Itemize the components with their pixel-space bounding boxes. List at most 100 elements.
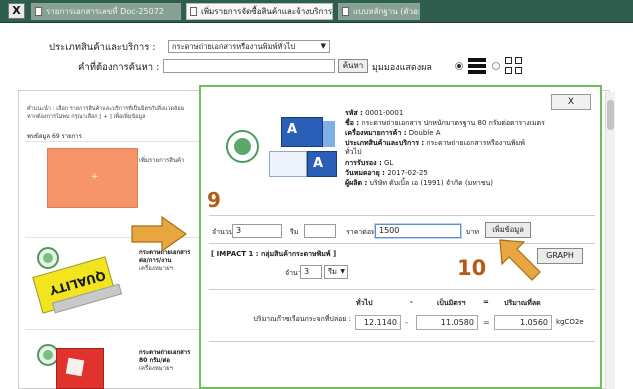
unit-price-input[interactable]: 1500 xyxy=(375,224,461,238)
list-item-subtitle: ต่อ/การ/งาน xyxy=(139,257,172,264)
tab-document-list[interactable]: รายการเอกสารเลขที่ Doc-25072 xyxy=(31,3,181,20)
results-scrollbar[interactable] xyxy=(605,92,615,389)
arrow-up-left-icon xyxy=(499,239,541,281)
divider xyxy=(25,141,210,142)
list-view-icon[interactable] xyxy=(468,58,486,74)
list-item-extra: เครื่องหมายฯ xyxy=(139,265,173,272)
divider xyxy=(25,329,210,330)
category-select[interactable]: กระดาษถ่ายเอกสารหรืองานพิมพ์ทั่วไป ▼ xyxy=(168,40,330,53)
instruction-line: คำแนะนำ : เลือก รายการสินค้าและบริการที่… xyxy=(27,106,185,112)
step-10-marker: 10 xyxy=(457,256,487,280)
search-button[interactable]: ค้นหา xyxy=(338,59,368,73)
instruction-note: คำแนะนำ : เลือก รายการสินค้าและบริการที่… xyxy=(27,105,227,121)
tab-bar: X รายการเอกสารเลขที่ Doc-25072 เพิ่มรายก… xyxy=(0,0,633,23)
column-green: เป็นมิตรฯ xyxy=(437,299,466,307)
product-manufacturer: ผู้ผลิต : บริษัท ดับเบิ้ล เอ (1991) จำกั… xyxy=(345,179,493,188)
list-item-subtitle: 80 กรัม/ต่อ xyxy=(139,357,170,364)
list-item-extra: เครื่องหมายฯ xyxy=(139,365,173,372)
product-box: A xyxy=(281,117,323,147)
impact-unit-value: รีม xyxy=(328,267,337,276)
chevron-down-icon: ▼ xyxy=(320,42,326,50)
product-brand-value: Double A xyxy=(408,129,441,137)
product-expire-date: วันหมดอายุ : 2017-02-25 xyxy=(345,169,428,178)
view-mode-label: มุมมองแสดงผล xyxy=(372,63,432,73)
green-label-logo xyxy=(226,130,259,163)
product-name-value: กระดาษถ่ายเอกสาร ปกหนักมาตรฐาน 80 กรัมต่… xyxy=(361,119,545,127)
list-item-title[interactable]: เพิ่มรายการสินค้า xyxy=(139,157,184,165)
divider xyxy=(209,289,595,290)
add-item-thumbnail[interactable] xyxy=(47,148,138,208)
ghg-emission-label: ปริมาณก๊าซเรือนกระจกที่ปล่อย : xyxy=(253,315,351,323)
keyword-label: คำที่ต้องการค้นหา : xyxy=(78,62,160,73)
column-equals: = xyxy=(483,298,489,306)
list-item-title[interactable]: กระดาษถ่ายเอกสาร xyxy=(139,349,190,357)
product-box: A xyxy=(307,151,337,177)
green-emission-value: 11.0580 xyxy=(416,315,478,330)
product-box-side xyxy=(323,121,335,147)
emission-unit: kgCO2e xyxy=(556,318,584,326)
product-certification: การรับรอง : GL xyxy=(345,159,393,168)
product-expire-label: วันหมดอายุ : xyxy=(345,169,385,177)
column-general: ทั่วไป xyxy=(356,299,373,307)
product-ream xyxy=(269,151,307,177)
product-expire-value: 2017-02-25 xyxy=(387,169,428,177)
product-name: ชื่อ : กระดาษถ่ายเอกสาร ปกหนักมาตรฐาน 80… xyxy=(345,119,545,128)
product-box-letter: A xyxy=(313,156,324,171)
product-maker-value: บริษัท ดับเบิ้ล เอ (1991) จำกัด (มหาชน) xyxy=(369,179,494,187)
product-name-label: ชื่อ : xyxy=(345,119,360,127)
currency-label: บาท xyxy=(466,228,479,236)
close-button[interactable]: X xyxy=(551,94,591,110)
tab-add-purchase-item[interactable]: เพิ่มรายการจัดซื้อสินค้าและจ้างบริการ xyxy=(186,3,333,20)
column-minus: - xyxy=(410,298,413,306)
keyword-input[interactable] xyxy=(163,59,335,73)
minus-sign: - xyxy=(405,318,408,327)
impact-unit-select[interactable]: รีม ▼ xyxy=(324,265,348,279)
quantity-label: จำนวน xyxy=(212,228,234,236)
equals-sign: = xyxy=(483,318,490,327)
product-category-continued: ทั่วไป xyxy=(345,148,362,156)
grid-view-icon[interactable] xyxy=(505,57,522,74)
tab-label: เพิ่มรายการจัดซื้อสินค้าและจ้างบริการ xyxy=(201,7,333,16)
step-9-marker: 9 xyxy=(207,188,221,212)
screen: X รายการเอกสารเลขที่ Doc-25072 เพิ่มรายก… xyxy=(0,0,633,389)
reduced-emission-value: 1.0560 xyxy=(494,315,552,330)
tab-label: แบบหลักฐาน (ตัวอย่าง) xyxy=(353,7,419,16)
document-icon xyxy=(35,7,42,16)
impact-title: [ IMPACT 1 : กลุ่มสินค้ากระดาษพิมพ์ ] xyxy=(211,250,337,258)
product-image: A A xyxy=(265,109,341,187)
close-tabs-button[interactable]: X xyxy=(8,3,25,19)
product-id-value: 0001-0001 xyxy=(365,109,404,117)
product-category-value: กระดาษถ่ายเอกสารหรืองานพิมพ์ xyxy=(426,139,525,147)
unit-input[interactable] xyxy=(304,224,336,238)
arrow-right-icon xyxy=(131,215,188,253)
product-brand: เครื่องหมายการค้า : Double A xyxy=(345,129,441,138)
impact-quantity-input[interactable]: 3 xyxy=(300,265,322,279)
product-id-label: รหัส : xyxy=(345,109,363,117)
general-emission-value: 12.1140 xyxy=(355,315,401,330)
document-icon xyxy=(342,7,349,16)
product-id: รหัส : 0001-0001 xyxy=(345,109,403,118)
product-cert-value: GL xyxy=(383,159,394,167)
quantity-input[interactable]: 3 xyxy=(232,224,282,238)
product-box-letter: A xyxy=(287,122,298,137)
category-select-value: กระดาษถ่ายเอกสารหรืองานพิมพ์ทั่วไป xyxy=(172,42,296,51)
view-grid-radio[interactable] xyxy=(492,62,500,70)
product-cert-label: การรับรอง : xyxy=(345,159,382,167)
document-icon xyxy=(190,7,197,16)
red-paper-product-image[interactable] xyxy=(56,348,104,389)
quantity-unit: รีม xyxy=(290,228,299,236)
scrollbar-thumb[interactable] xyxy=(607,100,614,130)
instruction-line: หากต้องการไม่พบ กรุณาเลือก [ + ] เพื่อเพ… xyxy=(27,114,146,120)
category-label: ประเภทสินค้าและบริการ : xyxy=(49,42,156,53)
tab-evidence-form[interactable]: แบบหลักฐาน (ตัวอย่าง) xyxy=(338,3,420,20)
product-brand-label: เครื่องหมายการค้า : xyxy=(345,129,407,137)
product-category-label: ประเภทสินค้าและบริการ : xyxy=(345,139,425,147)
result-count: พบข้อมูล 69 รายการ xyxy=(27,133,82,140)
chevron-down-icon: ▼ xyxy=(340,268,345,275)
column-reduced: ปริมาณที่ลด xyxy=(504,299,541,307)
divider xyxy=(209,341,595,342)
view-list-radio[interactable] xyxy=(455,62,463,70)
divider xyxy=(209,215,595,216)
product-maker-label: ผู้ผลิต : xyxy=(345,179,368,187)
product-category: ประเภทสินค้าและบริการ : กระดาษถ่ายเอกสาร… xyxy=(345,139,525,148)
